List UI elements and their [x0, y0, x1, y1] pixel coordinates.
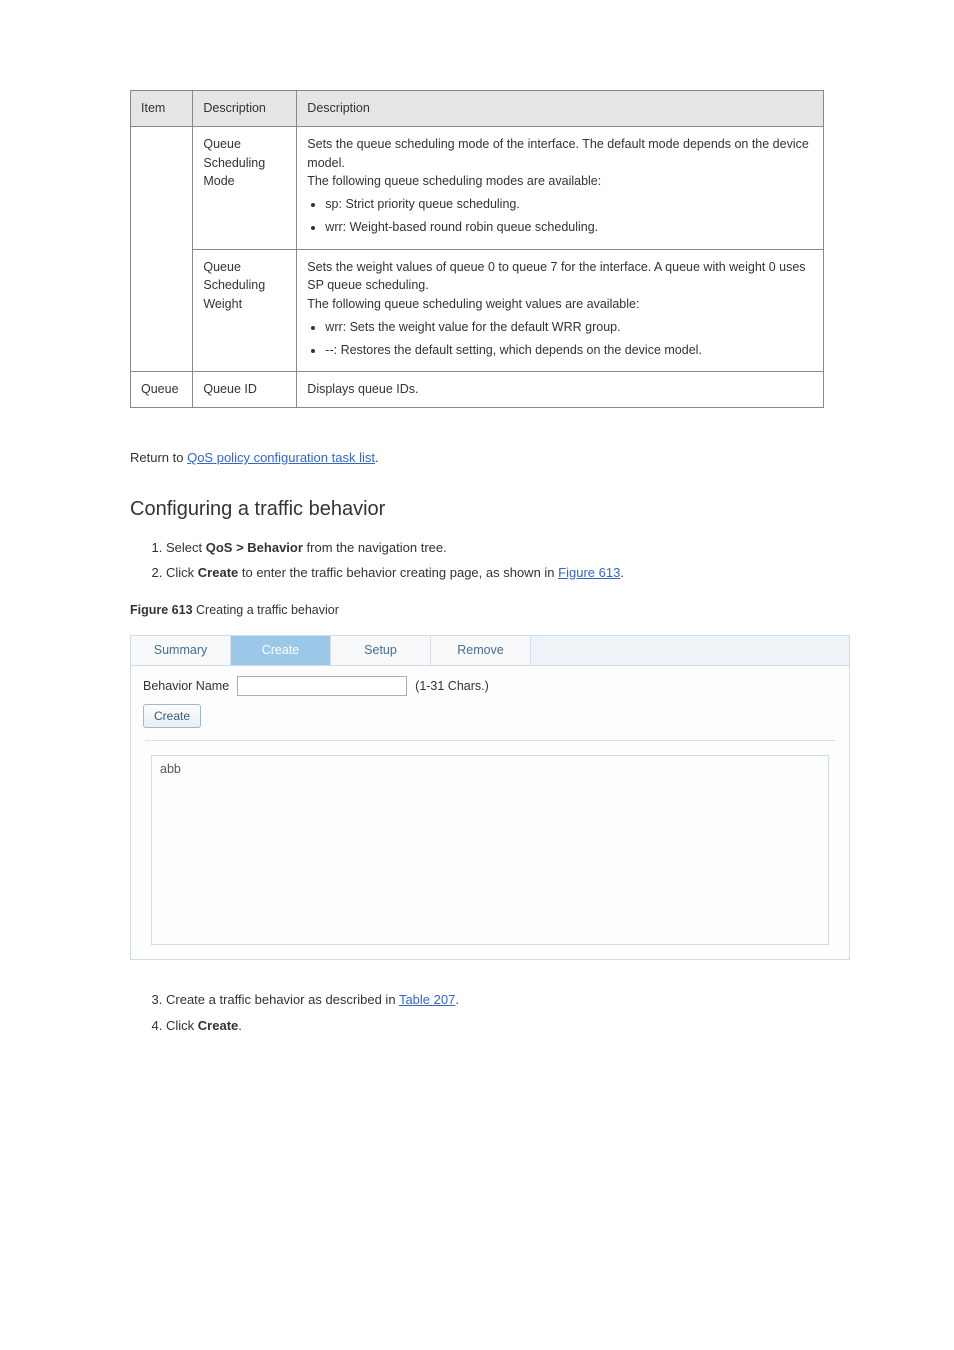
tab-create[interactable]: Create [231, 636, 331, 665]
cell-item: Queue [131, 372, 193, 408]
list-item[interactable]: abb [160, 760, 820, 779]
bullet: --: Restores the default setting, which … [325, 341, 813, 360]
behavior-name-row: Behavior Name (1-31 Chars.) [131, 666, 849, 702]
detail-lead: Sets the weight values of queue 0 to que… [307, 258, 813, 296]
return-tail: . [375, 450, 379, 465]
figure-caption-id: Figure 613 [130, 603, 196, 617]
tab-setup[interactable]: Setup [331, 636, 431, 665]
cell-detail: Sets the weight values of queue 0 to que… [297, 249, 824, 372]
figure-caption-text: Creating a traffic behavior [196, 603, 339, 617]
return-lead: Return to [130, 450, 187, 465]
parameters-table: Item Description Description Queue Sched… [130, 90, 824, 408]
cell-desc: Queue Scheduling Weight [193, 249, 297, 372]
table-link[interactable]: Table 207 [399, 992, 455, 1007]
step-item: Select QoS > Behavior from the navigatio… [166, 538, 824, 558]
behavior-create-panel: Summary Create Setup Remove Behavior Nam… [130, 635, 850, 960]
behavior-list: abb [151, 755, 829, 945]
separator [145, 740, 835, 741]
bullet: wrr: Sets the weight value for the defau… [325, 318, 813, 337]
figure-caption: Figure 613 Creating a traffic behavior [130, 601, 824, 620]
table-row: Queue Queue ID Displays queue IDs. [131, 372, 824, 408]
th-item: Item [131, 91, 193, 127]
create-bold: Create [198, 565, 238, 580]
create-bold-2: Create [198, 1018, 238, 1033]
menu-path: QoS > Behavior [206, 540, 303, 555]
th-desc: Description [193, 91, 297, 127]
tab-remove[interactable]: Remove [431, 636, 531, 665]
cell-detail: Displays queue IDs. [297, 372, 824, 408]
tab-filler [531, 636, 849, 665]
behavior-name-input[interactable] [237, 676, 407, 696]
behavior-name-label: Behavior Name [143, 677, 229, 696]
figure-link[interactable]: Figure 613 [558, 565, 620, 580]
cell-detail: Sets the queue scheduling mode of the in… [297, 126, 824, 249]
bullet: sp: Strict priority queue scheduling. [325, 195, 813, 214]
create-button[interactable]: Create [143, 704, 201, 728]
step-item: Click Create to enter the traffic behavi… [166, 563, 824, 583]
detail-sub: The following queue scheduling modes are… [307, 172, 813, 191]
detail-sub: The following queue scheduling weight va… [307, 295, 813, 314]
step-item: Click Create. [166, 1016, 824, 1036]
tab-summary[interactable]: Summary [131, 636, 231, 665]
section-heading: Configuring a traffic behavior [130, 494, 824, 524]
behavior-name-hint: (1-31 Chars.) [415, 677, 489, 696]
step-item: Create a traffic behavior as described i… [166, 990, 824, 1010]
detail-lead: Sets the queue scheduling mode of the in… [307, 135, 813, 173]
cell-desc: Queue ID [193, 372, 297, 408]
table-row: Queue Scheduling Weight Sets the weight … [131, 249, 824, 372]
behavior-tabbar: Summary Create Setup Remove [131, 636, 849, 666]
th-description: Description [297, 91, 824, 127]
bullet: wrr: Weight-based round robin queue sche… [325, 218, 813, 237]
table-row: Queue Scheduling Mode Sets the queue sch… [131, 126, 824, 249]
return-link-paragraph: Return to QoS policy configuration task … [130, 448, 824, 468]
cell-desc: Queue Scheduling Mode [193, 126, 297, 249]
cell-item-empty [131, 126, 193, 372]
return-link[interactable]: QoS policy configuration task list [187, 450, 375, 465]
